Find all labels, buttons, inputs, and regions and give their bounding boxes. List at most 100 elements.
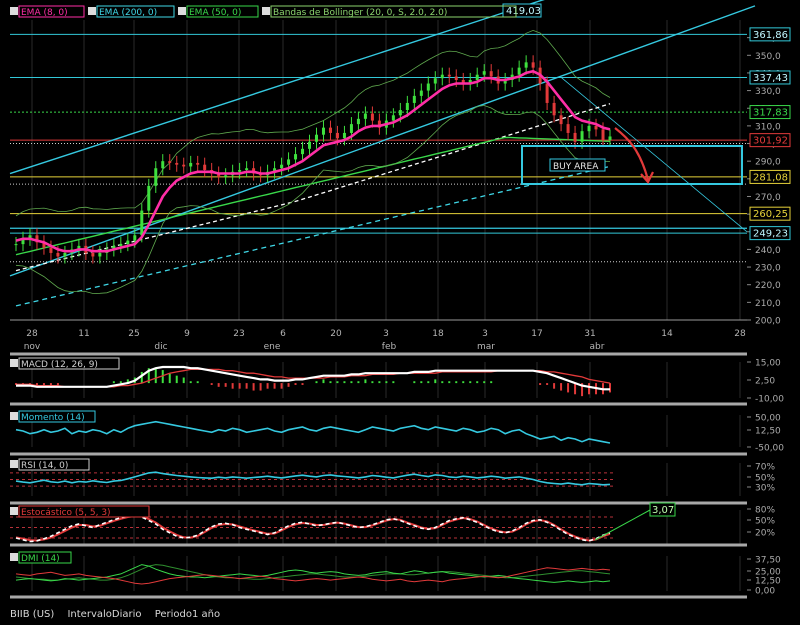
stochastic-callout-value: 3,07 <box>652 505 674 516</box>
footer-period: Periodo1 año <box>154 609 221 620</box>
trend-label-value: 419,03 <box>506 6 541 17</box>
candle-body <box>189 162 193 167</box>
candle-body <box>426 83 430 91</box>
dmi-minus-di-line <box>15 567 611 585</box>
level-value: 281,08 <box>753 172 788 183</box>
ema-long-dashed-line <box>15 103 611 272</box>
legend-item-label: EMA (200, 0) <box>99 8 157 18</box>
level-value: 317,83 <box>753 108 788 119</box>
subpanel-axis-label: 50% <box>755 517 775 527</box>
stochastic-d-line <box>15 514 611 542</box>
subpanel-axis-label: 70% <box>755 463 775 473</box>
x-axis-month-label: abr <box>590 342 605 352</box>
candle-body <box>580 131 584 142</box>
x-axis-tick-label: 6 <box>280 329 286 339</box>
legend-close-icon <box>10 7 18 15</box>
candle-body <box>154 168 158 186</box>
footer: BIIB (US) IntervaloDiario Periodo1 año <box>10 609 230 620</box>
candle-body <box>573 132 577 142</box>
x-axis-month-label: dic <box>154 342 167 352</box>
price-axis-label: 270,0 <box>755 193 781 203</box>
candle-body <box>594 125 598 130</box>
candle-body <box>238 170 242 172</box>
level-value: 249,23 <box>753 229 788 240</box>
candle-body <box>601 129 605 140</box>
x-axis-month-label: mar <box>477 342 495 352</box>
candle-body <box>63 252 67 257</box>
subpanel-axis-label: -10,00 <box>755 395 784 405</box>
candle-body <box>196 162 200 165</box>
candle-body <box>566 124 570 133</box>
candle-body <box>161 161 165 169</box>
candle-body <box>405 102 409 110</box>
candle-body <box>342 132 346 139</box>
legend-item-label: MACD (12, 26, 9) <box>21 360 98 370</box>
candle-body <box>168 161 172 163</box>
legend-close-icon <box>10 507 18 515</box>
x-axis-tick-label: 14 <box>661 329 673 339</box>
ema8-line <box>15 69 611 253</box>
candle-body <box>356 118 360 125</box>
candle-body <box>147 185 151 211</box>
price-axis-label: 290,0 <box>755 158 781 168</box>
candle-body <box>294 154 298 160</box>
legend-item-label: Bandas de Bollinger (20, 0, S, 2.0, 2.0) <box>273 8 447 18</box>
candle-body <box>454 76 458 80</box>
candle-body <box>370 113 374 121</box>
x-axis-tick-label: 25 <box>128 329 139 339</box>
chart-workspace: BUY AREA200,0210,0220,0230,0240,0250,026… <box>9 0 800 599</box>
x-axis-tick-label: 11 <box>78 329 89 339</box>
legend-close-icon <box>10 553 18 561</box>
ema200-line <box>15 165 611 307</box>
candle-body <box>182 164 186 167</box>
legend-item-label: DMI (14) <box>21 554 60 564</box>
subpanel-axis-label: 12,50 <box>755 577 781 587</box>
candle-body <box>482 71 486 75</box>
candle-body <box>308 141 312 149</box>
x-axis-tick-label: 28 <box>734 329 746 339</box>
legend-close-icon <box>88 7 96 15</box>
legend-item-label: Estocástico (5, 5, 3) <box>21 508 111 518</box>
level-value: 361,86 <box>753 30 788 41</box>
candle-body <box>398 110 402 116</box>
candle-body <box>475 74 479 80</box>
candle-body <box>126 240 130 245</box>
candle-body <box>391 115 395 121</box>
candle-body <box>412 95 416 103</box>
candle-body <box>545 83 549 103</box>
candle-body <box>321 127 325 135</box>
price-axis-label: 330,0 <box>755 87 781 97</box>
x-axis-tick-label: 3 <box>482 329 488 339</box>
candle-body <box>203 164 207 170</box>
candle-body <box>56 252 60 257</box>
subpanel-axis-label: 50% <box>755 474 775 484</box>
x-axis-tick-label: 18 <box>432 329 444 339</box>
subpanel-axis-label: 50,00 <box>755 414 781 424</box>
x-axis-tick-label: 3 <box>383 329 389 339</box>
x-axis-tick-label: 17 <box>531 329 542 339</box>
candle-body <box>14 244 18 246</box>
candle-body <box>280 164 284 169</box>
candle-body <box>119 244 123 246</box>
subpanel-axis-label: 30% <box>755 484 775 494</box>
price-axis-label: 200,0 <box>755 317 781 327</box>
price-axis-label: 220,0 <box>755 281 781 291</box>
candle-body <box>489 71 493 77</box>
subpanel-axis-label: 37,50 <box>755 556 781 566</box>
legend-close-icon <box>10 412 18 420</box>
candle-body <box>587 125 591 132</box>
bollinger-upper-band <box>15 29 611 217</box>
downtrend-line <box>559 76 748 233</box>
subpanel-axis-label: 2,50 <box>755 377 775 387</box>
candle-body <box>328 127 332 133</box>
legend-item-label: Momento (14) <box>21 413 85 423</box>
candle-body <box>559 115 563 125</box>
candle-body <box>98 252 102 257</box>
candle-body <box>524 62 528 68</box>
ema50-line <box>15 136 611 256</box>
trend-line-upper <box>9 0 545 175</box>
price-axis-label: 310,0 <box>755 122 781 132</box>
price-axis-label: 230,0 <box>755 264 781 274</box>
subpanel-axis-label: 12,50 <box>755 427 781 437</box>
trend-line-lower <box>9 5 756 277</box>
